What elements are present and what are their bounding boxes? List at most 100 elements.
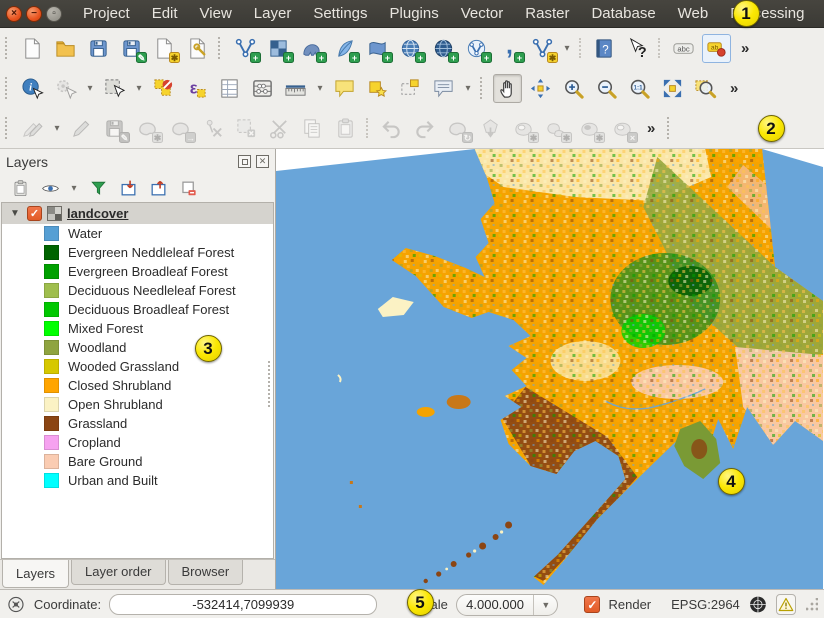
window-resize-grip[interactable] xyxy=(806,598,818,611)
new-bookmark-button[interactable] xyxy=(363,74,392,103)
open-project-button[interactable] xyxy=(51,34,80,63)
legend-item[interactable]: Deciduous Needleleaf Forest xyxy=(2,281,273,300)
map-tips-button[interactable] xyxy=(330,74,359,103)
simplify-feature-button[interactable] xyxy=(476,114,505,143)
map-canvas[interactable] xyxy=(276,149,823,589)
deselect-features-button[interactable] xyxy=(149,74,178,103)
add-spatialite-layer-button[interactable]: + xyxy=(330,34,359,63)
run-feature-action-button[interactable] xyxy=(51,74,80,103)
tab-browser[interactable]: Browser xyxy=(168,560,244,585)
select-features-button[interactable] xyxy=(100,74,129,103)
legend-item[interactable]: Open Shrubland xyxy=(2,395,273,414)
toolbar-grip[interactable] xyxy=(5,77,12,99)
zoom-in-button[interactable] xyxy=(559,74,588,103)
legend-item[interactable]: Wooded Grassland xyxy=(2,357,273,376)
toolbar-overflow-button[interactable]: » xyxy=(735,34,755,63)
legend-item[interactable]: Grassland xyxy=(2,414,273,433)
zoom-native-button[interactable] xyxy=(625,74,654,103)
fill-ring-button[interactable]: ✱ xyxy=(575,114,604,143)
coordinate-capture-icon[interactable] xyxy=(6,594,26,615)
window-minimize-button[interactable]: − xyxy=(26,6,42,22)
text-annotation-button[interactable] xyxy=(429,74,458,103)
legend-item[interactable]: Bare Ground xyxy=(2,452,273,471)
render-checkbox[interactable]: ✓ xyxy=(584,596,600,613)
labeling-button[interactable] xyxy=(669,34,698,63)
paste-features-button[interactable] xyxy=(331,114,360,143)
open-attribute-table-button[interactable] xyxy=(215,74,244,103)
undo-button[interactable] xyxy=(377,114,406,143)
menu-web[interactable]: Web xyxy=(667,0,720,27)
add-wcs-layer-button[interactable]: + xyxy=(429,34,458,63)
menu-project[interactable]: Project xyxy=(72,0,141,27)
add-group-button[interactable] xyxy=(8,176,32,200)
copy-features-button[interactable] xyxy=(298,114,327,143)
delete-selected-button[interactable] xyxy=(232,114,261,143)
layer-visibility-checkbox[interactable]: ✓ xyxy=(27,206,42,221)
toolbar-overflow-button[interactable]: » xyxy=(641,114,661,143)
menu-raster[interactable]: Raster xyxy=(514,0,580,27)
toolbar-grip[interactable] xyxy=(5,37,12,59)
chevron-down-icon[interactable]: ▼ xyxy=(533,595,557,615)
add-vector-layer-button[interactable]: + xyxy=(231,34,260,63)
current-edits-button[interactable] xyxy=(18,114,47,143)
legend-item[interactable]: Evergreen Neddleleaf Forest xyxy=(2,243,273,262)
menu-database[interactable]: Database xyxy=(580,0,666,27)
collapse-all-button[interactable] xyxy=(146,176,170,200)
coordinate-input[interactable] xyxy=(109,594,377,615)
zoom-to-selection-button[interactable] xyxy=(691,74,720,103)
dropdown-caret[interactable]: ▾ xyxy=(51,123,63,134)
expand-all-button[interactable] xyxy=(116,176,140,200)
add-postgis-layer-button[interactable]: + xyxy=(297,34,326,63)
messages-warning-icon[interactable] xyxy=(776,594,796,615)
menu-plugins[interactable]: Plugins xyxy=(379,0,450,27)
add-wfs-layer-button[interactable]: + xyxy=(462,34,491,63)
dropdown-caret[interactable]: ▾ xyxy=(462,83,474,94)
panel-splitter-handle[interactable] xyxy=(268,361,273,407)
menu-help[interactable]: Help xyxy=(815,0,824,27)
identify-features-button[interactable] xyxy=(18,74,47,103)
add-feature-button[interactable]: ✱ xyxy=(133,114,162,143)
remove-layer-button[interactable] xyxy=(176,176,200,200)
crs-status-icon[interactable] xyxy=(748,594,768,615)
new-print-composer-button[interactable]: ✱ xyxy=(150,34,179,63)
tab-layers[interactable]: Layers xyxy=(2,560,69,588)
toolbar-grip[interactable] xyxy=(667,117,674,139)
toolbar-grip[interactable] xyxy=(480,77,487,99)
move-label-button[interactable] xyxy=(702,34,731,63)
add-ring-button[interactable]: ✱ xyxy=(509,114,538,143)
add-delimited-text-layer-button[interactable]: + xyxy=(495,34,524,63)
rotate-feature-button[interactable]: ↻ xyxy=(443,114,472,143)
menu-vector[interactable]: Vector xyxy=(450,0,515,27)
dropdown-caret[interactable]: ▾ xyxy=(133,83,145,94)
layer-item-landcover[interactable]: ▼ ✓ landcover xyxy=(2,203,273,224)
node-tool-button[interactable] xyxy=(199,114,228,143)
legend-item[interactable]: Mixed Forest xyxy=(2,319,273,338)
legend-item[interactable]: Woodland xyxy=(2,338,273,357)
toolbar-grip[interactable] xyxy=(5,117,12,139)
new-shapefile-layer-button[interactable]: ✱ xyxy=(528,34,557,63)
dropdown-caret[interactable]: ▾ xyxy=(68,183,80,194)
tab-layer-order[interactable]: Layer order xyxy=(71,560,165,585)
pan-to-selection-button[interactable] xyxy=(526,74,555,103)
menu-view[interactable]: View xyxy=(189,0,243,27)
add-mssql-layer-button[interactable]: + xyxy=(363,34,392,63)
expand-arrow-icon[interactable]: ▼ xyxy=(10,208,22,219)
toolbar-overflow-button[interactable]: » xyxy=(724,74,744,103)
whats-this-button[interactable] xyxy=(623,34,652,63)
legend-item[interactable]: Water xyxy=(2,224,273,243)
add-raster-layer-button[interactable]: + xyxy=(264,34,293,63)
dropdown-caret[interactable]: ▾ xyxy=(314,83,326,94)
toggle-editing-button[interactable] xyxy=(67,114,96,143)
show-statistics-button[interactable] xyxy=(248,74,277,103)
window-close-button[interactable]: × xyxy=(6,6,22,22)
new-project-button[interactable] xyxy=(18,34,47,63)
panel-float-button[interactable] xyxy=(238,155,251,168)
add-wms-layer-button[interactable]: + xyxy=(396,34,425,63)
dropdown-caret[interactable]: ▾ xyxy=(84,83,96,94)
move-feature-button[interactable]: → xyxy=(166,114,195,143)
legend-item[interactable]: Closed Shrubland xyxy=(2,376,273,395)
legend-item[interactable]: Cropland xyxy=(2,433,273,452)
menu-edit[interactable]: Edit xyxy=(141,0,189,27)
redo-button[interactable] xyxy=(410,114,439,143)
manage-layer-visibility-button[interactable] xyxy=(38,176,62,200)
